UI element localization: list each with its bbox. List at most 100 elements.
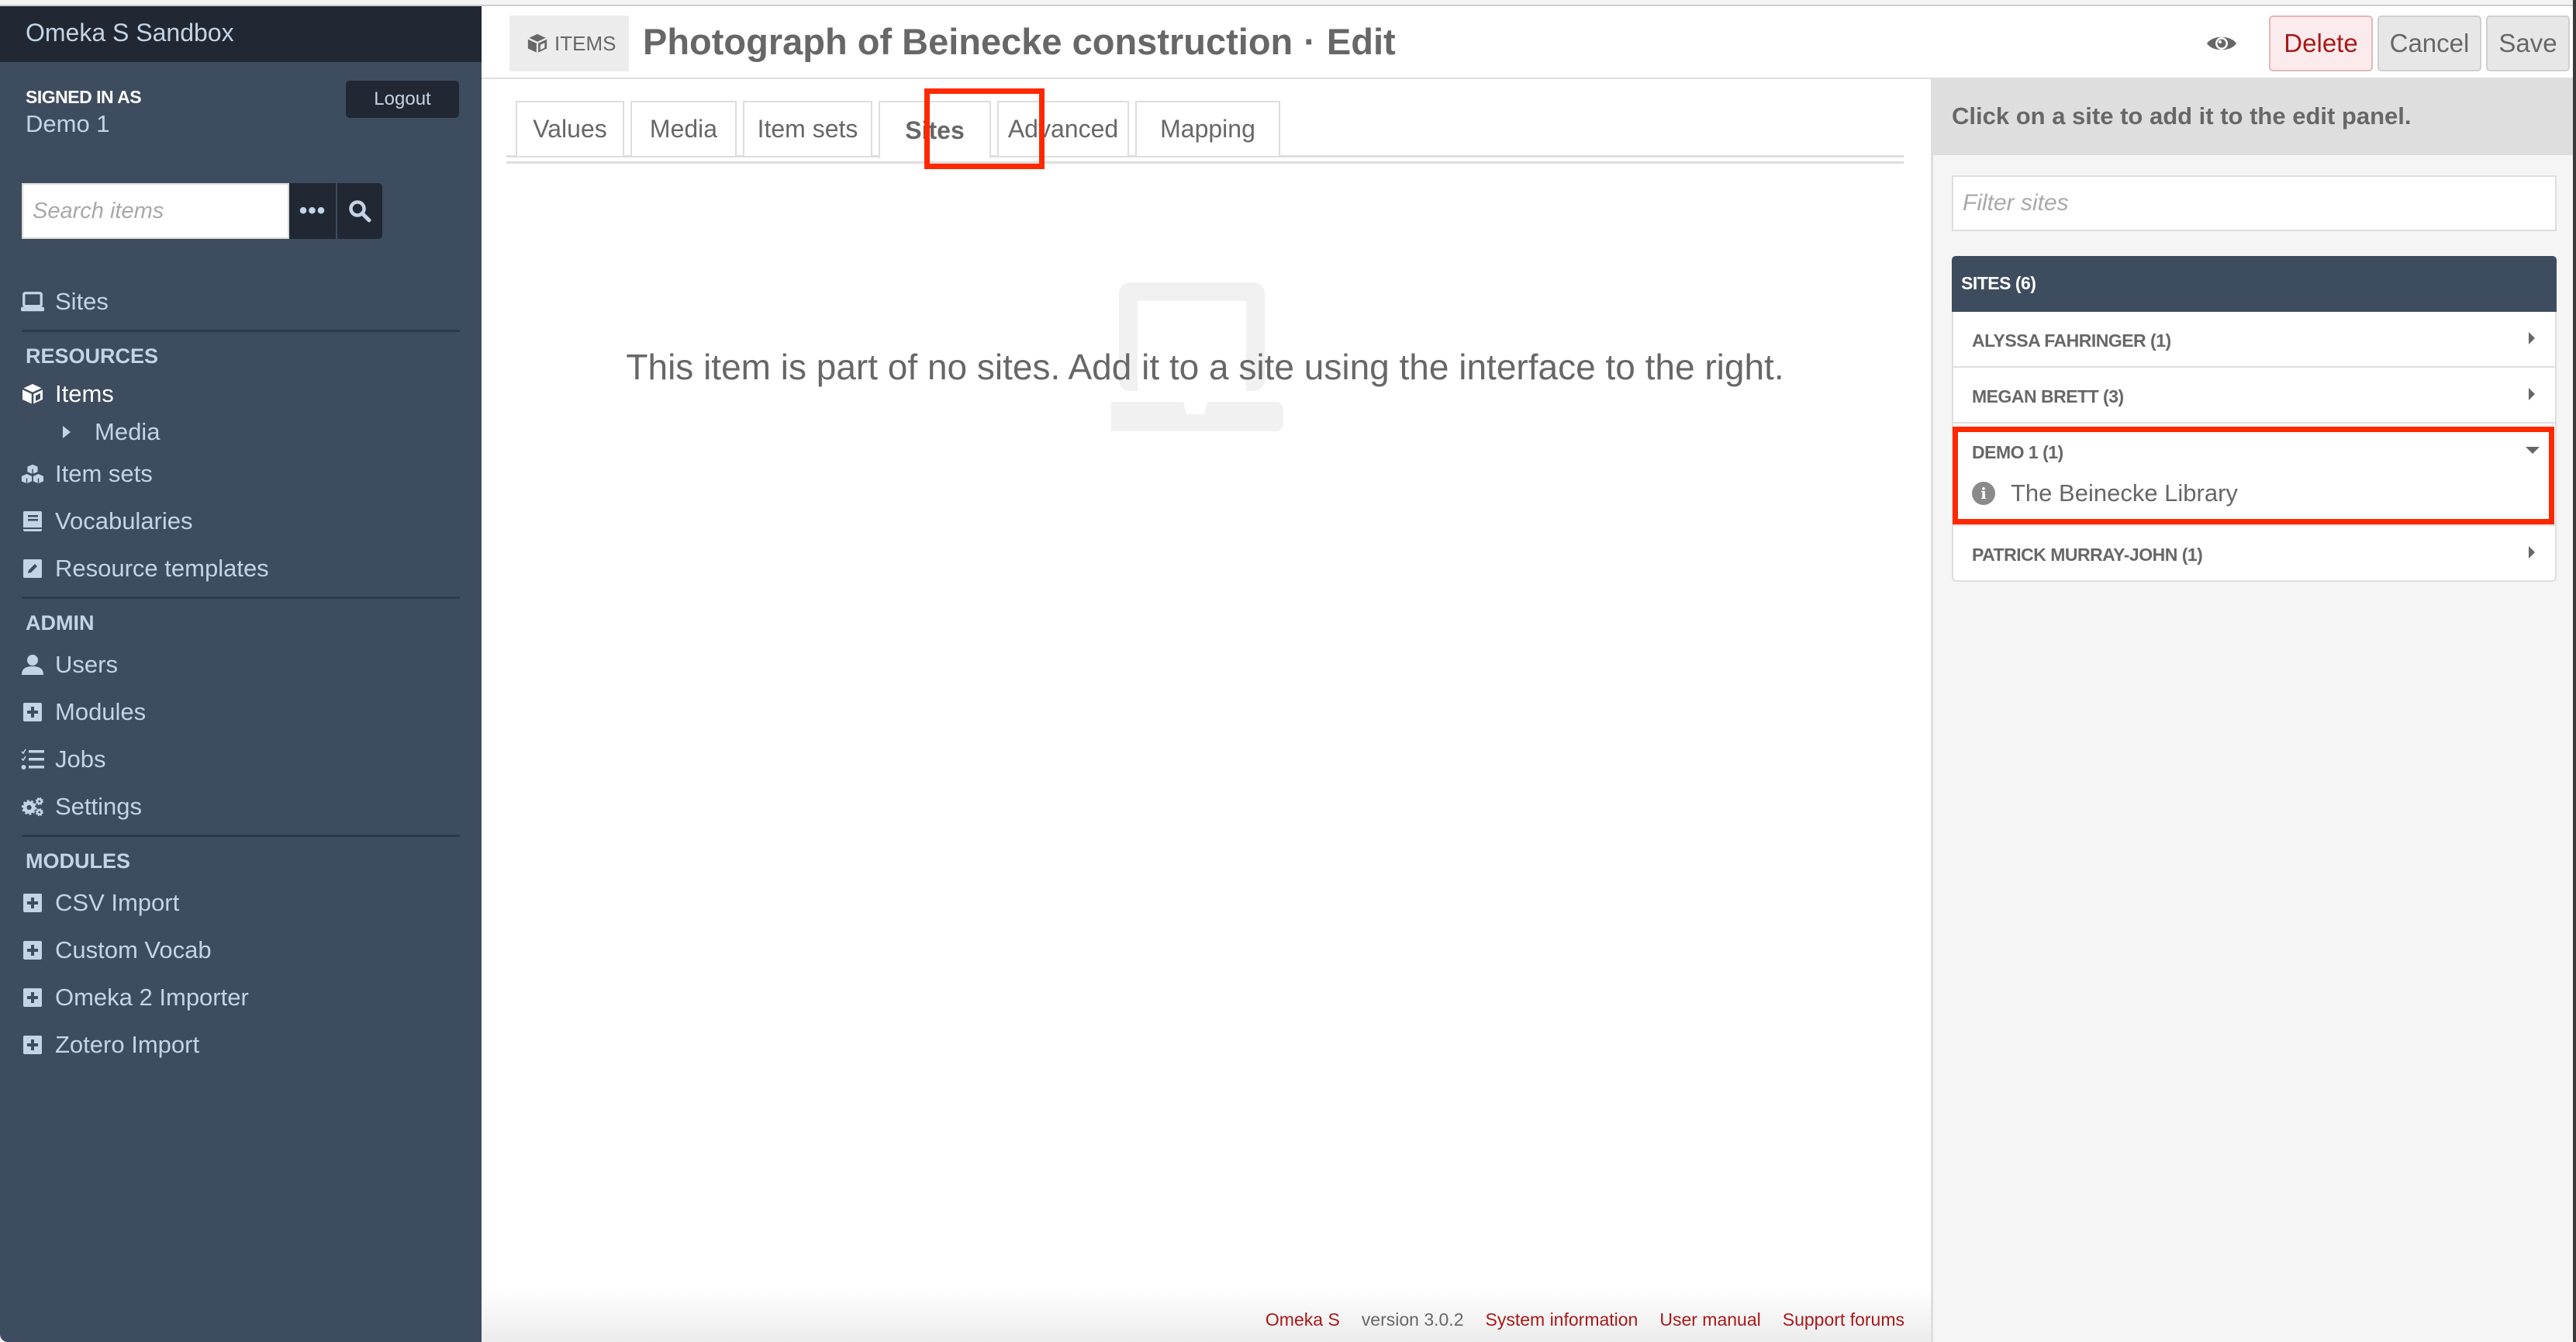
cubes-icon xyxy=(21,462,44,486)
sidebar-item-media[interactable]: Media xyxy=(0,414,482,450)
tab-values[interactable]: Values xyxy=(516,101,624,156)
tabs-border xyxy=(506,161,1904,164)
sidebar-item-label: Item sets xyxy=(55,459,153,487)
sidebar-item-modules[interactable]: Modules xyxy=(0,688,482,735)
window-top-strip xyxy=(0,0,2576,6)
site-group-demo-1[interactable]: DEMO 1 (1) i The Beinecke Library xyxy=(1952,424,2557,526)
sidebar-item-zotero-import[interactable]: Zotero Import xyxy=(0,1021,482,1068)
page-action: Edit xyxy=(1326,21,1396,62)
logout-button[interactable]: Logout xyxy=(346,81,459,118)
site-group-alyssa-fahringer[interactable]: ALYSSA FAHRINGER (1) xyxy=(1952,312,2557,368)
title-separator: · xyxy=(1304,21,1316,62)
search-button[interactable] xyxy=(337,183,382,239)
window-edge xyxy=(2573,0,2576,1342)
tab-advanced[interactable]: Advanced xyxy=(997,101,1129,156)
sidebar-item-label: Sites xyxy=(55,287,109,315)
plus-square-icon xyxy=(21,891,44,915)
site-group-name: MEGAN BRETT (3) xyxy=(1972,386,2124,406)
sidebar-nav: Sites RESOURCES Items Media Item sets Vo… xyxy=(0,278,482,1068)
tab-mapping[interactable]: Mapping xyxy=(1135,101,1280,156)
site-group-name: ALYSSA FAHRINGER (1) xyxy=(1972,330,2171,351)
view-public-button[interactable] xyxy=(2205,27,2238,60)
sidebar-item-label: Jobs xyxy=(55,745,106,773)
plus-square-icon xyxy=(21,939,44,962)
site-brand[interactable]: Omeka S Sandbox xyxy=(0,6,482,62)
site-group-megan-brett[interactable]: MEGAN BRETT (3) xyxy=(1952,368,2557,424)
book-icon xyxy=(21,510,44,533)
search-input[interactable] xyxy=(22,183,289,239)
plus-square-icon xyxy=(21,700,44,724)
sidebar-item-label: Settings xyxy=(55,792,143,820)
filter-sites-input[interactable] xyxy=(1952,175,2557,231)
eye-icon xyxy=(2207,36,2236,50)
site-group-name: PATRICK MURRAY-JOHN (1) xyxy=(1972,545,2203,565)
sidebar-item-csv-import[interactable]: CSV Import xyxy=(0,879,482,926)
caret-right-icon xyxy=(2529,332,2535,344)
search-icon xyxy=(349,200,371,223)
sidebar-item-items[interactable]: Items xyxy=(0,374,482,414)
omeka-s-link[interactable]: Omeka S xyxy=(1266,1309,1340,1330)
tab-media[interactable]: Media xyxy=(630,101,737,156)
footer: Omeka S version 3.0.2 System information… xyxy=(482,1288,1931,1342)
item-title: Photograph of Beinecke construction xyxy=(643,21,1293,62)
user-name[interactable]: Demo 1 xyxy=(26,110,110,138)
info-circle-icon[interactable]: i xyxy=(1972,482,1995,505)
header-actions: Delete Cancel Save xyxy=(2205,16,2570,71)
advanced-search-button[interactable]: ••• xyxy=(289,183,337,239)
sidebar-item-settings[interactable]: Settings xyxy=(0,783,482,830)
sidebar-item-label: Vocabularies xyxy=(55,507,193,534)
system-information-link[interactable]: System information xyxy=(1486,1309,1638,1330)
save-button[interactable]: Save xyxy=(2486,16,2570,71)
resource-type-badge: ITEMS xyxy=(509,16,629,71)
tab-item-sets[interactable]: Item sets xyxy=(743,101,872,156)
caret-right-icon xyxy=(2529,546,2535,559)
sidebar-item-sites[interactable]: Sites xyxy=(0,278,482,325)
version-label: version 3.0.2 xyxy=(1361,1309,1464,1330)
sidebar: Omeka S Sandbox SIGNED IN AS Demo 1 Logo… xyxy=(0,6,482,1342)
caret-down-icon xyxy=(2526,447,2540,454)
site-group-patrick-murray-john[interactable]: PATRICK MURRAY-JOHN (1) xyxy=(1952,526,2557,582)
delete-button[interactable]: Delete xyxy=(2269,16,2373,71)
site-option-the-beinecke-library[interactable]: i The Beinecke Library xyxy=(1972,479,2238,507)
resource-type-label: ITEMS xyxy=(554,31,616,55)
sidebar-item-label: CSV Import xyxy=(55,888,180,916)
user-block: SIGNED IN AS Demo 1 Logout xyxy=(0,62,482,163)
sidebar-item-vocabularies[interactable]: Vocabularies xyxy=(0,497,482,545)
page-title: Photograph of Beinecke construction · Edit xyxy=(643,20,1396,63)
sidebar-item-item-sets[interactable]: Item sets xyxy=(0,450,482,497)
sidebar-item-resource-templates[interactable]: Resource templates xyxy=(0,545,482,592)
sites-header: SITES (6) xyxy=(1952,256,2557,312)
cube-icon xyxy=(527,32,548,55)
sidebar-item-label: Omeka 2 Importer xyxy=(55,983,249,1011)
footer-links: Omeka S version 3.0.2 System information… xyxy=(1266,1309,1904,1330)
sidebar-item-omeka-2-importer[interactable]: Omeka 2 Importer xyxy=(0,974,482,1021)
support-forums-link[interactable]: Support forums xyxy=(1783,1309,1904,1330)
sites-selector: SITES (6) ALYSSA FAHRINGER (1) MEGAN BRE… xyxy=(1952,256,2557,582)
plus-square-icon xyxy=(21,986,44,1009)
tab-sites[interactable]: Sites xyxy=(879,101,991,158)
caret-right-icon xyxy=(62,420,71,444)
sidebar-heading-admin: ADMIN xyxy=(26,611,95,635)
cube-icon xyxy=(21,382,44,406)
sidebar-heading-modules: MODULES xyxy=(26,849,130,873)
sidebar-search: ••• xyxy=(22,183,461,239)
plus-square-icon xyxy=(21,1033,44,1057)
page-header: ITEMS Photograph of Beinecke constructio… xyxy=(482,6,2576,79)
panel-instruction: Click on a site to add it to the edit pa… xyxy=(1933,79,2573,155)
cancel-button[interactable]: Cancel xyxy=(2377,16,2481,71)
signed-in-label: SIGNED IN AS xyxy=(26,87,142,107)
sites-sidebar-panel: Click on a site to add it to the edit pa… xyxy=(1931,79,2573,1342)
sidebar-item-label: Custom Vocab xyxy=(55,936,212,963)
user-icon xyxy=(21,653,44,676)
user-manual-link[interactable]: User manual xyxy=(1659,1309,1760,1330)
sidebar-item-jobs[interactable]: Jobs xyxy=(0,735,482,783)
sidebar-item-label: Resource templates xyxy=(55,554,269,582)
edit-square-icon xyxy=(21,557,44,580)
sidebar-item-custom-vocab[interactable]: Custom Vocab xyxy=(0,926,482,974)
sidebar-item-label: Users xyxy=(55,650,118,678)
site-group-name: DEMO 1 (1) xyxy=(1972,442,2063,462)
sidebar-item-users[interactable]: Users xyxy=(0,641,482,688)
section-tabs: Values Media Item sets Sites Advanced Ma… xyxy=(506,101,1904,164)
sidebar-heading-resources: RESOURCES xyxy=(26,344,159,368)
sidebar-item-label: Media xyxy=(95,418,161,445)
